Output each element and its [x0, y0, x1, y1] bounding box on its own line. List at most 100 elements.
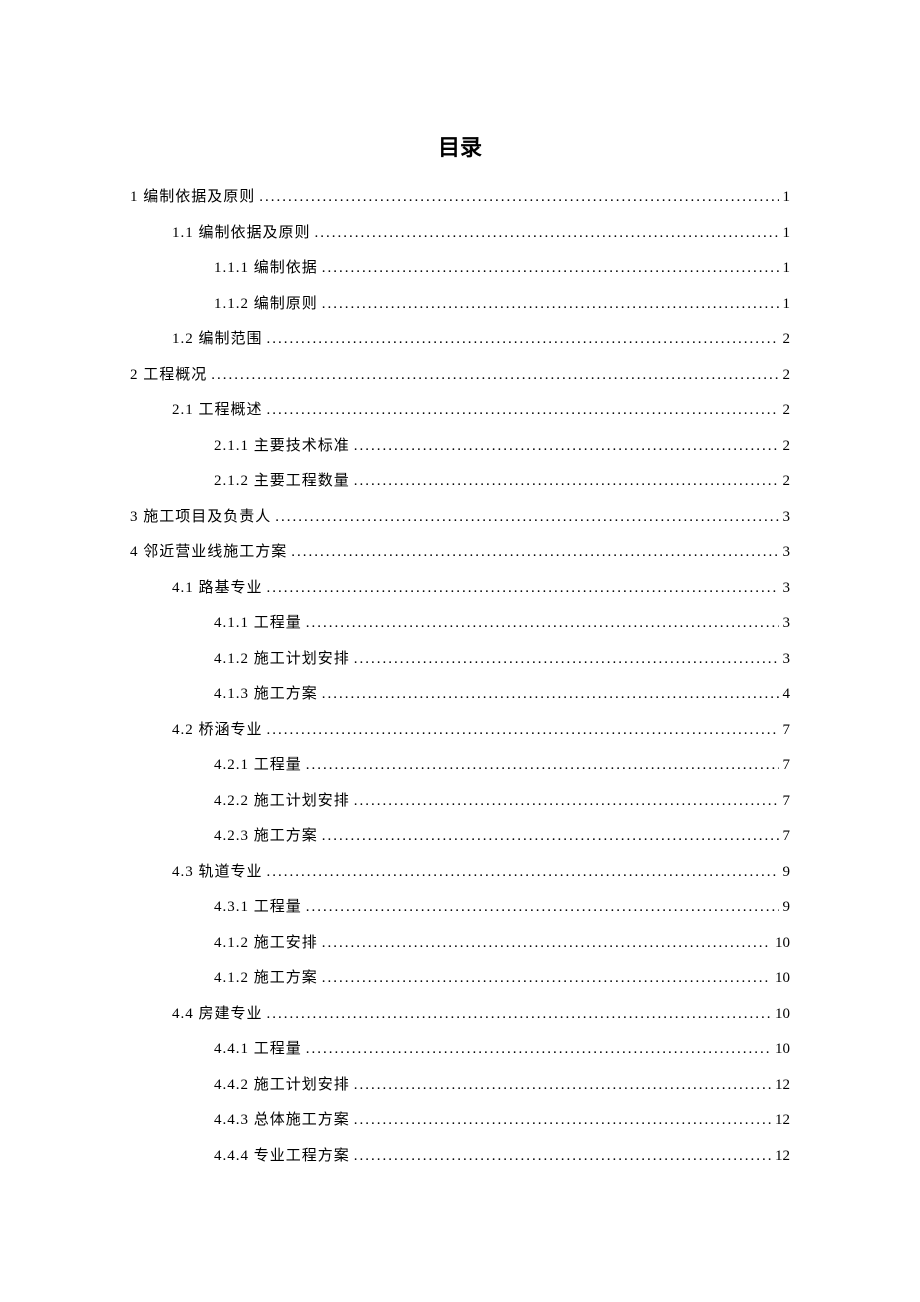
toc-entry[interactable]: 4.2.2 施工计划安排 7: [130, 794, 790, 809]
toc-entry-page: 9: [783, 900, 791, 915]
toc-leader-dots: [306, 616, 779, 631]
toc-entry-page: 4: [783, 687, 791, 702]
toc-leader-dots: [354, 1149, 771, 1164]
toc-entry-page: 2: [783, 439, 791, 454]
toc-entry[interactable]: 2.1.2 主要工程数量2: [130, 474, 790, 489]
toc-entry[interactable]: 4.1.1 工程量 3: [130, 616, 790, 631]
toc-entry-label: 4.2.2 施工计划安排: [214, 794, 350, 809]
toc-entry-label: 4.4.1 工程量: [214, 1042, 302, 1057]
toc-entry-page: 12: [775, 1149, 790, 1164]
toc-entry-label: 1.1.2 编制原则: [214, 297, 318, 312]
toc-entry[interactable]: 4.1.2 施工方案 10: [130, 971, 790, 986]
toc-leader-dots: [322, 829, 779, 844]
toc-entry-label: 4.1 路基专业: [172, 581, 263, 596]
toc-entry-label: 4.4 房建专业: [172, 1007, 263, 1022]
toc-entry-page: 7: [783, 829, 791, 844]
toc-entry-page: 2: [783, 403, 791, 418]
toc-entry[interactable]: 1 编制依据及原则1: [130, 190, 790, 205]
toc-entry-label: 2.1.1 主要技术标准: [214, 439, 350, 454]
toc-entry-page: 2: [783, 332, 791, 347]
toc-entry[interactable]: 4.4.2 施工计划安排12: [130, 1078, 790, 1093]
toc-leader-dots: [267, 1007, 771, 1022]
toc-entry-label: 2.1 工程概述: [172, 403, 263, 418]
toc-leader-dots: [275, 510, 778, 525]
toc-entry-page: 1: [783, 226, 791, 241]
toc-entry[interactable]: 4.4.4 专业工程方案 12: [130, 1149, 790, 1164]
toc-entry-label: 2 工程概况: [130, 368, 207, 383]
toc-entry-page: 12: [775, 1078, 790, 1093]
toc-entry[interactable]: 1.1.1 编制依据1: [130, 261, 790, 276]
toc-entry-label: 4.1.2 施工安排: [214, 936, 318, 951]
toc-leader-dots: [211, 368, 778, 383]
toc-leader-dots: [306, 758, 779, 773]
toc-entry[interactable]: 2 工程概况2: [130, 368, 790, 383]
toc-entry-page: 3: [783, 510, 791, 525]
toc-entry-label: 4.2.1 工程量: [214, 758, 302, 773]
toc-entry-label: 2.1.2 主要工程数量: [214, 474, 350, 489]
toc-entry[interactable]: 4.4.1 工程量 10: [130, 1042, 790, 1057]
toc-leader-dots: [354, 1113, 771, 1128]
toc-entry-label: 1.1 编制依据及原则: [172, 226, 311, 241]
toc-entry-label: 1 编制依据及原则: [130, 190, 255, 205]
toc-title: 目录: [130, 130, 790, 162]
toc-entry[interactable]: 4.1.2 施工安排 10: [130, 936, 790, 951]
toc-entry-page: 10: [775, 936, 790, 951]
toc-entry-label: 4.3.1 工程量: [214, 900, 302, 915]
toc-leader-dots: [354, 794, 779, 809]
toc-entry-label: 4.1.1 工程量: [214, 616, 302, 631]
toc-entry-label: 4.4.4 专业工程方案: [214, 1149, 350, 1164]
toc-entry-page: 9: [783, 865, 791, 880]
toc-entry-page: 1: [783, 297, 791, 312]
toc-entry-page: 10: [775, 1007, 790, 1022]
toc-leader-dots: [267, 403, 779, 418]
toc-entry-page: 7: [783, 794, 791, 809]
toc-entry[interactable]: 1.1 编制依据及原则 1: [130, 226, 790, 241]
toc-leader-dots: [354, 652, 779, 667]
toc-entry[interactable]: 4.2.1 工程量 7: [130, 758, 790, 773]
toc-entry-label: 4.1.3 施工方案: [214, 687, 318, 702]
toc-entry-page: 10: [775, 971, 790, 986]
toc-entry-label: 4.2 桥涵专业: [172, 723, 263, 738]
toc-leader-dots: [322, 297, 779, 312]
toc-entry-page: 7: [783, 723, 791, 738]
toc-leader-dots: [354, 474, 779, 489]
toc-entry-label: 4 邻近营业线施工方案: [130, 545, 287, 560]
toc-leader-dots: [259, 190, 778, 205]
toc-entry[interactable]: 4.2 桥涵专业 7: [130, 723, 790, 738]
toc-leader-dots: [267, 723, 779, 738]
toc-entry-page: 3: [783, 652, 791, 667]
toc-entry[interactable]: 4.4 房建专业 10: [130, 1007, 790, 1022]
toc-entry[interactable]: 4.3.1 工程量 9: [130, 900, 790, 915]
toc-leader-dots: [354, 1078, 771, 1093]
toc-leader-dots: [267, 581, 779, 596]
toc-entry-label: 4.2.3 施工方案: [214, 829, 318, 844]
toc-entry-page: 10: [775, 1042, 790, 1057]
toc-entry[interactable]: 1.2 编制范围2: [130, 332, 790, 347]
toc-entry-page: 7: [783, 758, 791, 773]
toc-entry-page: 3: [783, 545, 791, 560]
toc-entry-page: 3: [783, 581, 791, 596]
toc-leader-dots: [354, 439, 779, 454]
toc-entry[interactable]: 1.1.2 编制原则 1: [130, 297, 790, 312]
toc-entry-label: 4.1.2 施工计划安排: [214, 652, 350, 667]
toc-entry-label: 1.1.1 编制依据: [214, 261, 318, 276]
toc-entry[interactable]: 2.1.1 主要技术标准 2: [130, 439, 790, 454]
toc-leader-dots: [306, 900, 779, 915]
toc-entry[interactable]: 4.4.3 总体施工方案12: [130, 1113, 790, 1128]
toc-entry[interactable]: 4.1 路基专业 3: [130, 581, 790, 596]
toc-entry-label: 3 施工项目及负责人: [130, 510, 271, 525]
toc-leader-dots: [306, 1042, 771, 1057]
toc-entry[interactable]: 4 邻近营业线施工方案 3: [130, 545, 790, 560]
toc-entry[interactable]: 4.2.3 施工方案 7: [130, 829, 790, 844]
toc-entry-page: 3: [783, 616, 791, 631]
toc-entry[interactable]: 4.1.2 施工计划安排 3: [130, 652, 790, 667]
toc-leader-dots: [291, 545, 778, 560]
toc-entry[interactable]: 2.1 工程概述 2: [130, 403, 790, 418]
toc-leader-dots: [322, 936, 771, 951]
toc-entry[interactable]: 3 施工项目及负责人 3: [130, 510, 790, 525]
toc-list: 1 编制依据及原则11.1 编制依据及原则11.1.1 编制依据11.1.2 编…: [130, 190, 790, 1164]
toc-leader-dots: [322, 971, 771, 986]
toc-entry-label: 4.1.2 施工方案: [214, 971, 318, 986]
toc-entry[interactable]: 4.1.3 施工方案 4: [130, 687, 790, 702]
toc-entry[interactable]: 4.3 轨道专业9: [130, 865, 790, 880]
